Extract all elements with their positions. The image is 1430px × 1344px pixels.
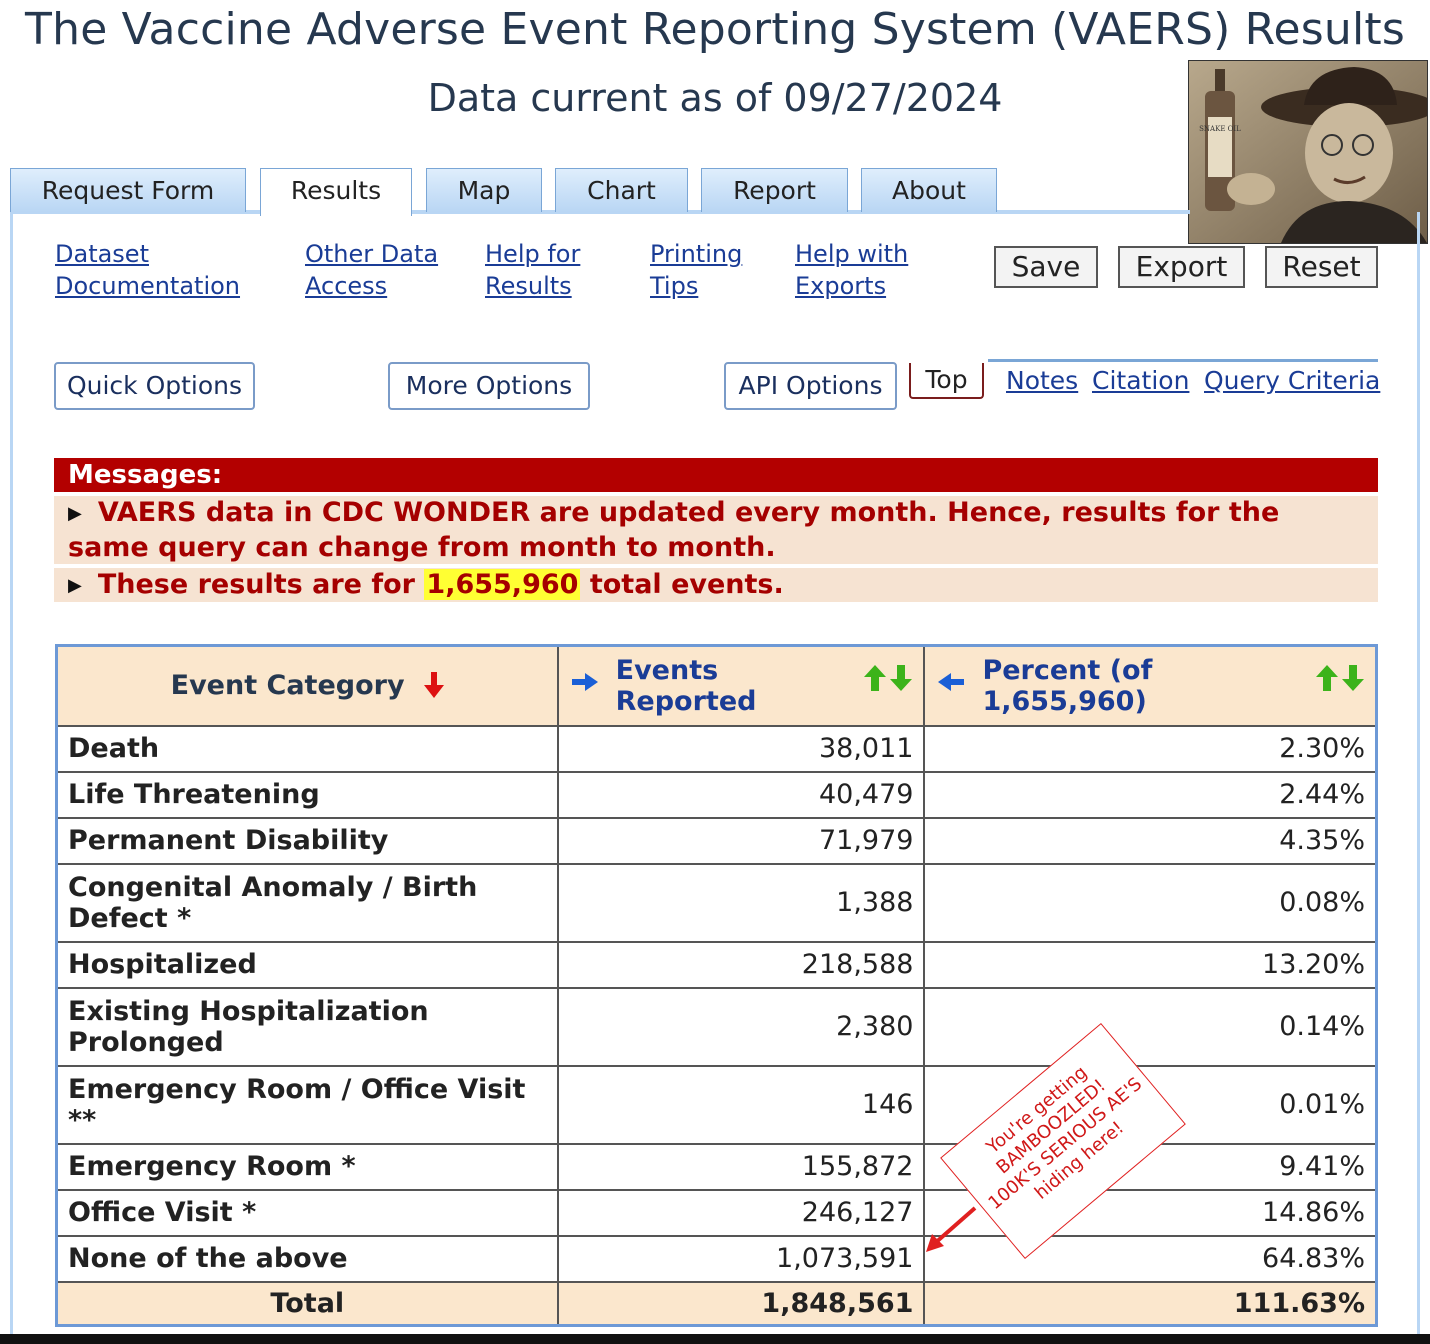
row-percent: 13.20% [923, 940, 1378, 989]
row-category: Death [55, 724, 559, 773]
row-events: 246,127 [556, 1188, 926, 1237]
link-help-with-exports[interactable]: Help with Exports [795, 238, 908, 302]
annotation-arrow-icon [926, 1206, 977, 1252]
link-line: Printing [650, 240, 743, 268]
link-line: Documentation [55, 272, 241, 300]
row-percent: 0.14% [923, 986, 1378, 1067]
message-text-prefix: These results are for [97, 569, 415, 600]
link-dataset-documentation[interactable]: Dataset Documentation [55, 238, 240, 302]
link-printing-tips[interactable]: Printing Tips [650, 238, 742, 302]
table-row: Permanent Disability 71,979 4.35% [55, 816, 1378, 865]
save-button[interactable]: Save [994, 246, 1098, 288]
total-label: Total [55, 1280, 559, 1327]
table-row: Emergency Room * 155,872 9.41% [55, 1142, 1378, 1191]
message-text: VAERS data in CDC WONDER are updated eve… [68, 497, 1280, 563]
table-row: Congenital Anomaly / Birth Defect * 1,38… [55, 862, 1378, 943]
top-button[interactable]: Top [909, 363, 984, 399]
options-divider [988, 359, 1378, 362]
row-percent: 2.30% [923, 724, 1378, 773]
table-row: None of the above 1,073,591 64.83% [55, 1234, 1378, 1283]
header-label: Percent (of [982, 654, 1153, 686]
reset-button[interactable]: Reset [1265, 246, 1378, 288]
row-events: 38,011 [556, 724, 926, 773]
row-category: Life Threatening [55, 770, 559, 819]
bottle-label-text: SNAKE OIL [1199, 125, 1241, 133]
page-title: The Vaccine Adverse Event Reporting Syst… [25, 4, 1405, 55]
message-text-suffix: total events. [589, 569, 784, 600]
sort-desc-icon[interactable] [423, 672, 444, 699]
row-events: 2,380 [556, 986, 926, 1067]
table-row: Office Visit * 246,127 14.86% [55, 1188, 1378, 1237]
table-row: Hospitalized 218,588 13.20% [55, 940, 1378, 989]
link-line: Access [305, 272, 388, 300]
row-percent: 4.35% [923, 816, 1378, 865]
row-percent: 0.08% [923, 862, 1378, 943]
sort-arrows-icon[interactable] [864, 664, 913, 698]
quick-options-button[interactable]: Quick Options [54, 362, 255, 410]
tab-map[interactable]: Map [426, 168, 542, 212]
header-percent[interactable]: Percent (of 1,655,960) [923, 644, 1378, 727]
total-percent: 111.63% [923, 1280, 1378, 1327]
tab-request-form[interactable]: Request Form [10, 168, 246, 212]
export-button[interactable]: Export [1118, 246, 1245, 288]
tab-report[interactable]: Report [701, 168, 848, 212]
row-events: 155,872 [556, 1142, 926, 1191]
row-events: 146 [556, 1064, 926, 1145]
row-category: Permanent Disability [55, 816, 559, 865]
total-events: 1,848,561 [556, 1280, 926, 1327]
tab-about[interactable]: About [861, 168, 997, 212]
highlighted-total: 1,655,960 [424, 569, 581, 600]
link-line: Tips [650, 272, 699, 300]
row-events: 1,073,591 [556, 1234, 926, 1283]
row-events: 218,588 [556, 940, 926, 989]
message-update-notice: ▶ VAERS data in CDC WONDER are updated ev… [54, 496, 1378, 564]
row-category: Existing Hospitalization Prolonged [55, 986, 559, 1067]
row-events: 1,388 [556, 862, 926, 943]
row-category: Office Visit * [55, 1188, 559, 1237]
table-row: Death 38,011 2.30% [55, 724, 1378, 773]
row-category: Congenital Anomaly / Birth Defect * [55, 862, 559, 943]
sort-arrows-icon[interactable] [1316, 664, 1364, 698]
row-category: Hospitalized [55, 940, 559, 989]
more-options-button[interactable]: More Options [388, 362, 590, 410]
link-other-data-access[interactable]: Other Data Access [305, 238, 438, 302]
row-category: Emergency Room * [55, 1142, 559, 1191]
caret-right-icon: ▶ [68, 503, 82, 524]
notes-link[interactable]: Notes [1006, 366, 1078, 395]
header-label: Event Category [170, 670, 405, 702]
results-table: Event Category Events Reported Percent (… [55, 644, 1378, 1327]
link-line: Other Data [305, 240, 439, 268]
tab-chart[interactable]: Chart [555, 168, 688, 212]
link-line: Dataset [55, 240, 149, 268]
table-row: Life Threatening 40,479 2.44% [55, 770, 1378, 819]
arrow-right-icon [571, 672, 598, 691]
row-percent: 2.44% [923, 770, 1378, 819]
link-line: Exports [795, 272, 887, 300]
row-events: 40,479 [556, 770, 926, 819]
arrow-left-icon [938, 672, 965, 691]
header-events-reported[interactable]: Events Reported [556, 644, 926, 727]
messages-heading: Messages: [54, 458, 1378, 492]
row-events: 71,979 [556, 816, 926, 865]
header-event-category[interactable]: Event Category [55, 644, 559, 727]
header-label: 1,655,960) [982, 685, 1147, 717]
bottom-border [0, 1334, 1430, 1344]
tab-results[interactable]: Results [260, 168, 412, 216]
message-total-events: ▶ These results are for 1,655,960 total e… [54, 568, 1378, 602]
table-total-row: Total 1,848,561 111.63% [55, 1280, 1378, 1327]
caret-right-icon: ▶ [68, 575, 82, 596]
row-percent: 64.83% [923, 1234, 1378, 1283]
query-criteria-link[interactable]: Query Criteria [1204, 366, 1380, 395]
table-row: Existing Hospitalization Prolonged 2,380… [55, 986, 1378, 1067]
api-options-button[interactable]: API Options [724, 362, 897, 410]
citation-link[interactable]: Citation [1092, 366, 1189, 395]
row-category: None of the above [55, 1234, 559, 1283]
table-row: Emergency Room / Office Visit ** 146 0.0… [55, 1064, 1378, 1145]
link-help-for-results[interactable]: Help for Results [485, 238, 580, 302]
link-line: Help with [795, 240, 909, 268]
row-category: Emergency Room / Office Visit ** [55, 1064, 559, 1145]
link-line: Results [485, 272, 572, 300]
link-line: Help for [485, 240, 581, 268]
